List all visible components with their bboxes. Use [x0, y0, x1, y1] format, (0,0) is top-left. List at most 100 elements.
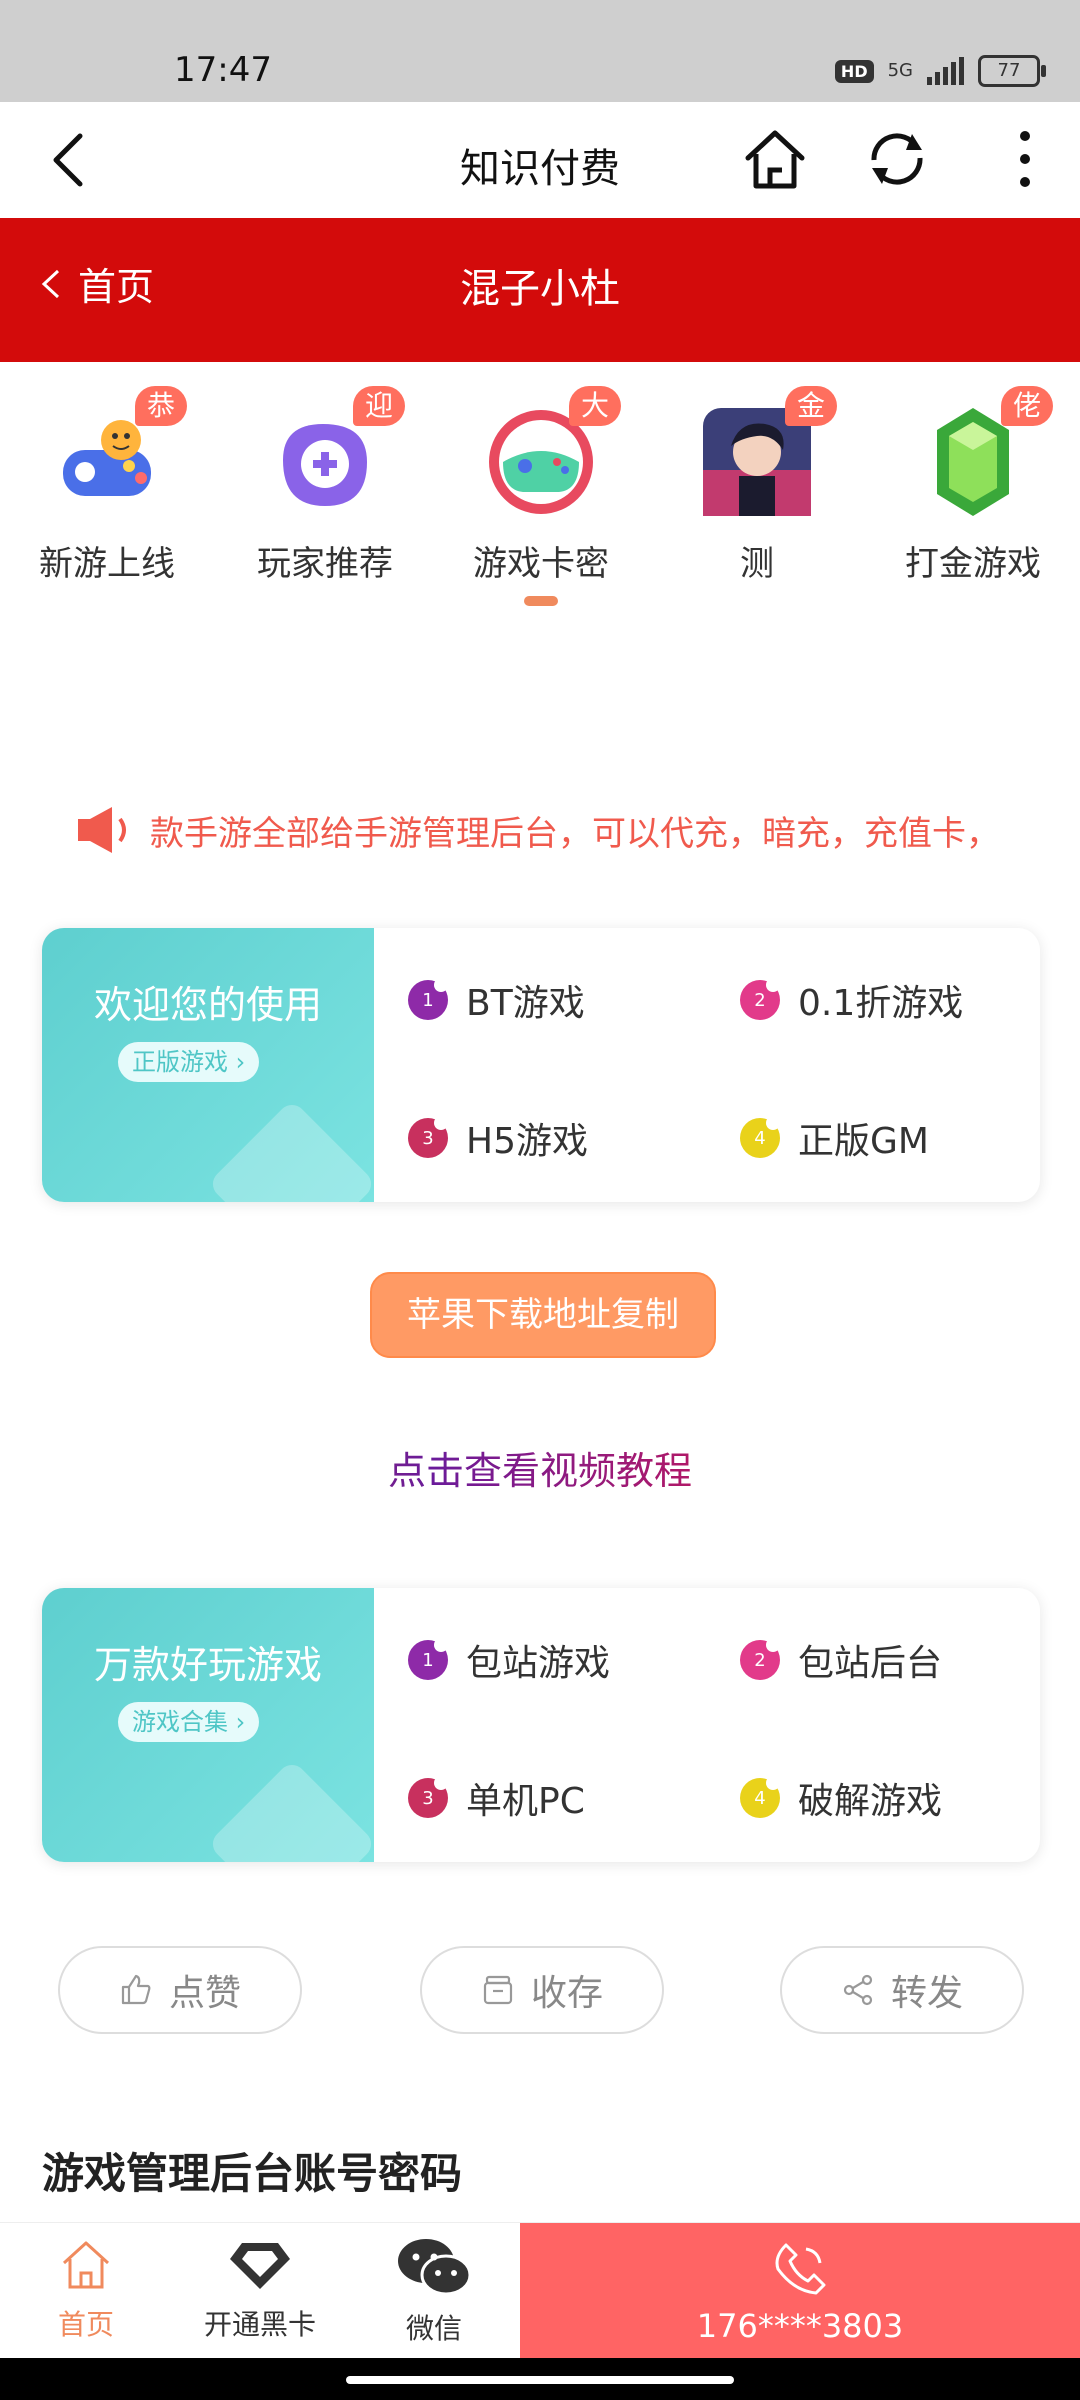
like-button[interactable]: 点赞 [58, 1946, 302, 2034]
purple-controller-icon: 迎 [263, 386, 405, 524]
notice-text: 款手游全部给手游管理后台，可以代充，暗充，充值卡， [150, 813, 1000, 854]
signal-icon [927, 57, 964, 85]
home-button[interactable] [740, 124, 810, 194]
card-banner: 万款好玩游戏 游戏合集 › [42, 1588, 377, 1862]
category-gold-farming[interactable]: 佬 打金游戏 [888, 386, 1058, 585]
category-indicator [524, 596, 558, 606]
home-icon [745, 130, 805, 189]
box-icon [483, 1975, 513, 2005]
hd-icon: HD [834, 59, 874, 83]
battery-icon: 77 [978, 55, 1046, 87]
card-item-label: 破解游戏 [798, 1781, 943, 1822]
status-icons: HD 5G 77 [834, 55, 1046, 87]
card-item-bt-games[interactable]: 1 BT游戏 [408, 974, 585, 1026]
tab-home[interactable]: 首页 [1, 2237, 171, 2343]
share-icon [843, 1974, 873, 2006]
card-pill-link[interactable]: 游戏合集 › [118, 1702, 260, 1742]
header-home-label: 首页 [78, 265, 155, 309]
video-tutorial-link[interactable]: 点击查看视频教程 [0, 1440, 1080, 1495]
category-label: 玩家推荐 [257, 544, 393, 584]
card-item-pc-games[interactable]: 3 单机PC [408, 1772, 585, 1824]
share-button[interactable]: 转发 [780, 1946, 1024, 2034]
tab-home-label: 首页 [57, 2308, 114, 2341]
phone-icon [775, 2243, 826, 2295]
speaker-icon [78, 807, 126, 853]
controller-ring-icon: 大 [479, 386, 621, 524]
tab-vip-card[interactable]: 开通黑卡 [175, 2237, 345, 2343]
card-pill-link[interactable]: 正版游戏 › [118, 1042, 260, 1082]
home-tab-icon [62, 2241, 110, 2289]
category-player-picks[interactable]: 迎 玩家推荐 [240, 386, 410, 585]
save-button[interactable]: 收存 [420, 1946, 664, 2034]
card-item-discount-games[interactable]: 2 0.1折游戏 [740, 974, 963, 1026]
card-item-label: BT游戏 [466, 983, 585, 1024]
app-bar: 知识付费 [0, 102, 1080, 218]
bottom-bar: 首页 开通黑卡 微信 176****3803 [0, 2222, 1080, 2359]
category-new-games[interactable]: 恭 新游上线 [22, 386, 192, 585]
category-test[interactable]: 金 测 [672, 386, 842, 585]
category-label: 打金游戏 [905, 544, 1041, 584]
chevron-left-icon [41, 269, 60, 298]
card-item-official-gm[interactable]: 4 正版GM [740, 1112, 929, 1164]
number-1-icon: 1 [408, 978, 448, 1020]
network-type: 5G [887, 60, 913, 81]
category-label: 新游上线 [39, 544, 175, 584]
card-item-label: 0.1折游戏 [798, 983, 964, 1024]
page-title: 混子小杜 [460, 266, 620, 312]
green-gem-icon: 佬 [911, 386, 1053, 524]
card-item-h5-games[interactable]: 3 H5游戏 [408, 1112, 588, 1164]
call-button[interactable]: 176****3803 [520, 2223, 1080, 2359]
card-item-label: 单机PC [466, 1781, 585, 1822]
card-item-label: 包站游戏 [466, 1643, 611, 1684]
card-item-cracked-games[interactable]: 4 破解游戏 [740, 1772, 942, 1824]
wechat-icon [398, 2239, 472, 2296]
thumbs-up-icon [121, 1974, 151, 2005]
status-time: 17:47 [174, 50, 272, 90]
category-badge: 金 [785, 386, 837, 426]
number-4-icon: 4 [740, 1776, 780, 1818]
category-label: 游戏卡密 [473, 544, 609, 584]
tab-vip-label: 开通黑卡 [203, 2308, 316, 2341]
more-button[interactable] [1000, 124, 1050, 194]
number-4-icon: 4 [740, 1116, 780, 1158]
number-2-icon: 2 [740, 978, 780, 1020]
back-button[interactable] [40, 130, 100, 190]
share-label: 转发 [890, 1973, 963, 2014]
home-indicator[interactable] [346, 2376, 734, 2384]
number-3-icon: 3 [408, 1116, 448, 1158]
card-item-label: 包站后台 [798, 1643, 943, 1684]
status-bar: 17:47 HD 5G 77 [0, 0, 1080, 102]
card-item-site-games[interactable]: 1 包站游戏 [408, 1634, 610, 1686]
card-title: 欢迎您的使用 [93, 983, 322, 1027]
number-3-icon: 3 [408, 1776, 448, 1818]
category-game-cards[interactable]: 大 游戏卡密 [456, 386, 626, 585]
card-item-label: H5游戏 [466, 1121, 588, 1162]
section-title: 游戏管理后台账号密码 [42, 2149, 463, 2198]
apple-download-copy-button[interactable]: 苹果下载地址复制 [370, 1272, 716, 1358]
features-card-1: 欢迎您的使用 正版游戏 › 1 BT游戏 2 0.1折游戏 3 H5游戏 4 正版GM [42, 928, 1040, 1202]
save-label: 收存 [530, 1973, 603, 2014]
gamepad-mascot-icon: 恭 [45, 386, 187, 524]
tab-wechat-label: 微信 [405, 2312, 462, 2345]
diamond-icon [230, 2243, 290, 2289]
card-item-site-admin[interactable]: 2 包站后台 [740, 1634, 942, 1686]
refresh-button[interactable] [862, 124, 932, 194]
notice-marquee: 款手游全部给手游管理后台，可以代充，暗充，充值卡， [78, 800, 1018, 860]
back-arrow-icon [53, 133, 83, 187]
red-header: 混子小杜 首页 [0, 218, 1080, 362]
character-avatar-icon: 金 [695, 386, 837, 524]
number-1-icon: 1 [408, 1638, 448, 1680]
card-title: 万款好玩游戏 [93, 1643, 322, 1687]
header-home-link[interactable]: 首页 [38, 256, 154, 311]
more-vertical-icon [1020, 131, 1030, 187]
card-banner: 欢迎您的使用 正版游戏 › [42, 928, 377, 1202]
category-badge: 佬 [1001, 386, 1053, 426]
category-badge: 大 [569, 386, 621, 426]
tab-wechat[interactable]: 微信 [349, 2237, 519, 2347]
card-decoration [207, 1099, 377, 1202]
features-card-2: 万款好玩游戏 游戏合集 › 1 包站游戏 2 包站后台 3 单机PC 4 破解游戏 [42, 1588, 1040, 1862]
card-decoration [207, 1759, 377, 1862]
card-item-label: 正版GM [798, 1121, 929, 1162]
phone-number: 176****3803 [696, 2307, 904, 2345]
like-label: 点赞 [168, 1973, 241, 2014]
